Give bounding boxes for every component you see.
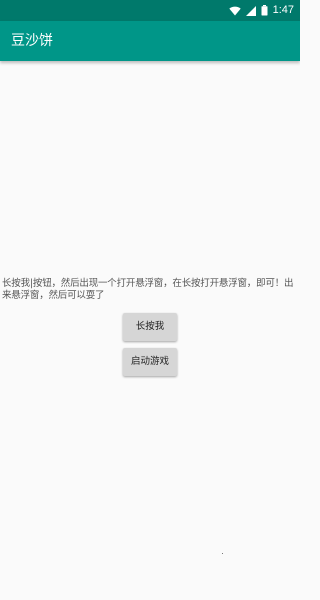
app-title: 豆沙饼 [11,33,53,49]
wifi-icon [228,6,241,16]
battery-icon [261,5,268,16]
status-bar: 1:47 [0,0,300,21]
instruction-text: 长按我|按钮，然后出现一个打开悬浮窗，在长按打开悬浮窗，即可！出来悬浮窗，然后可… [2,278,294,301]
start-game-button[interactable]: 启动游戏 [123,348,177,376]
status-time: 1:47 [272,4,294,16]
app-screen: 1:47 豆沙饼 长按我|按钮，然后出现一个打开悬浮窗，在长按打开悬浮窗，即可！… [0,0,300,600]
long-press-button[interactable]: 长按我 [123,313,177,341]
app-bar: 豆沙饼 [0,21,300,61]
status-icons: 1:47 [228,0,294,21]
signal-icon [245,5,256,16]
stray-dot [222,553,223,554]
